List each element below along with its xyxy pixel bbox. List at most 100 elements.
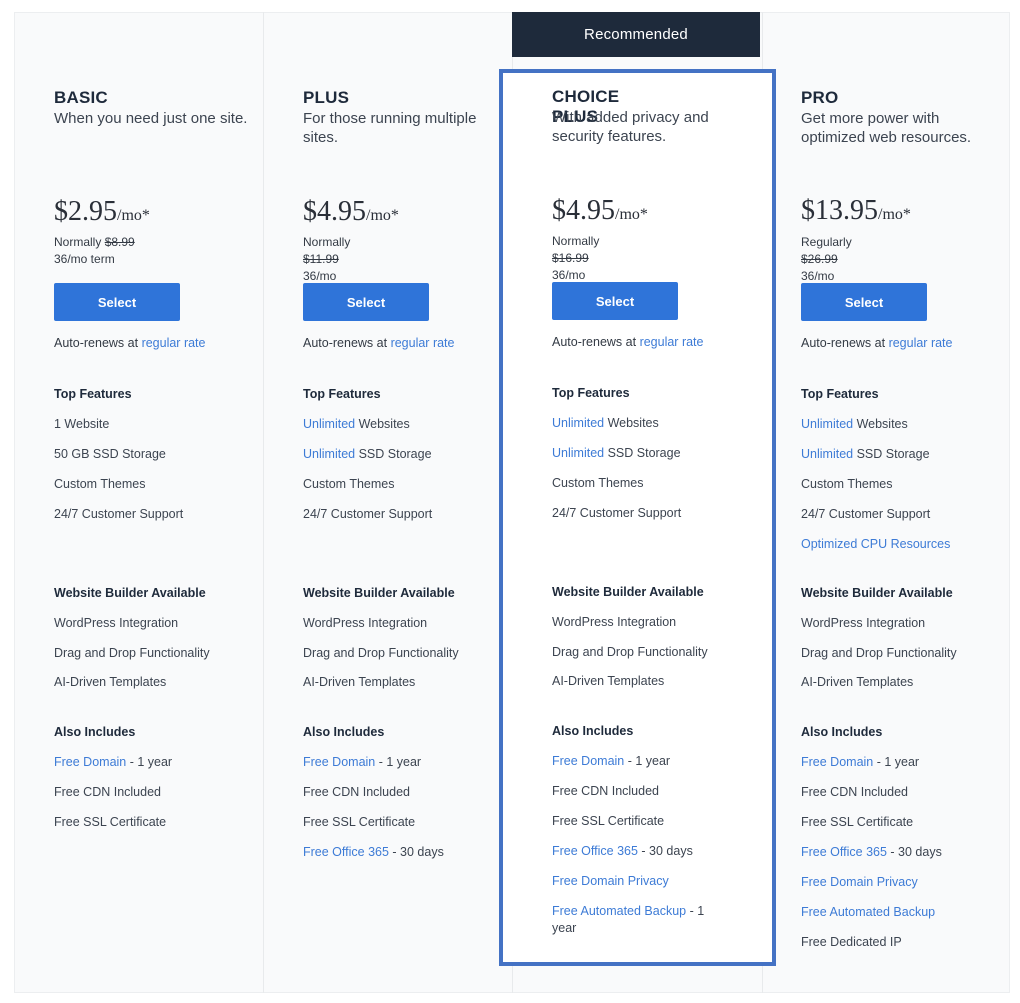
feature-text: 24/7 Customer Support [54, 507, 184, 521]
include-text: Free SSL Certificate [54, 815, 167, 829]
builder-feature-item: WordPress Integration [54, 616, 179, 630]
plan-name: BASIC [54, 88, 108, 107]
also-includes-item: Free SSL Certificate [801, 814, 913, 831]
select-plan-button[interactable]: Select [552, 282, 678, 320]
plan-description: For those running multiple sites. [303, 110, 477, 146]
price-amount: $13.95 [801, 195, 878, 226]
top-features-heading: Top Features [552, 386, 630, 400]
top-features-heading: Top Features [801, 387, 879, 401]
top-feature-item: Custom Themes [54, 476, 145, 493]
plan-price: $2.95/mo* [54, 196, 150, 228]
website-builder-heading: Website Builder Available [801, 586, 953, 600]
include-text: - 30 days [388, 845, 444, 859]
feature-text: 24/7 Customer Support [801, 507, 931, 521]
column-divider [263, 12, 264, 993]
feature-text: Custom Themes [303, 477, 395, 491]
feature-link[interactable]: Unlimited [801, 447, 853, 461]
feature-link[interactable]: Unlimited [303, 417, 355, 431]
include-text: Free CDN Included [552, 784, 659, 798]
also-includes-item: Free Domain - 1 year [303, 754, 421, 771]
website-builder-heading: Website Builder Available [303, 586, 455, 600]
also-includes-item: Free Dedicated IP [801, 934, 902, 951]
top-feature-item: Unlimited SSD Storage [303, 446, 432, 463]
auto-renew-text: Auto-renews at [552, 335, 637, 349]
include-link[interactable]: Free Domain Privacy [801, 875, 918, 889]
auto-renew-note: Auto-renews at regular rate [801, 336, 953, 350]
website-builder-heading: Website Builder Available [552, 585, 704, 599]
also-includes-item: Free CDN Included [54, 784, 161, 801]
also-includes-item: Free SSL Certificate [303, 814, 415, 831]
price-period: /mo* [615, 206, 648, 223]
feature-link[interactable]: Unlimited [552, 416, 604, 430]
regular-price-value: $11.99 [303, 252, 339, 266]
include-text: - 1 year [873, 755, 920, 769]
top-feature-item: Custom Themes [801, 476, 892, 493]
regular-rate-link[interactable]: regular rate [640, 335, 704, 349]
top-features-heading: Top Features [54, 387, 132, 401]
regular-price-value: $16.99 [552, 251, 589, 265]
top-feature-item: 50 GB SSD Storage [54, 446, 166, 463]
also-includes-item: Free CDN Included [303, 784, 410, 801]
include-text: Free SSL Certificate [552, 814, 665, 828]
feature-link[interactable]: Unlimited [801, 417, 853, 431]
include-link[interactable]: Free Office 365 [303, 845, 389, 859]
top-feature-item: Custom Themes [303, 476, 394, 493]
feature-text: SSD Storage [355, 447, 432, 461]
include-link[interactable]: Free Domain [801, 755, 873, 769]
top-feature-item: Unlimited Websites [801, 416, 908, 433]
include-link[interactable]: Free Automated Backup [801, 905, 935, 919]
also-includes-heading: Also Includes [801, 725, 883, 739]
include-link[interactable]: Free Domain [303, 755, 375, 769]
feature-text: SSD Storage [604, 446, 681, 460]
also-includes-item: Free CDN Included [552, 783, 659, 800]
regular-rate-link[interactable]: regular rate [889, 336, 953, 350]
top-feature-item: 24/7 Customer Support [54, 506, 183, 523]
feature-text: SSD Storage [853, 447, 930, 461]
feature-text: Custom Themes [54, 477, 146, 491]
price-amount: $4.95 [303, 196, 366, 227]
plan-description: When you need just one site. [54, 110, 248, 127]
top-feature-item: Unlimited SSD Storage [552, 445, 681, 462]
include-link[interactable]: Free Domain Privacy [552, 874, 669, 888]
also-includes-item: Free Domain Privacy [552, 873, 669, 890]
feature-text: 24/7 Customer Support [552, 506, 682, 520]
include-link[interactable]: Free Office 365 [552, 844, 638, 858]
auto-renew-text: Auto-renews at [54, 336, 139, 350]
also-includes-item: Free CDN Included [801, 784, 908, 801]
regular-price-value: $8.99 [104, 235, 135, 249]
include-text: Free SSL Certificate [801, 815, 914, 829]
top-feature-item: Optimized CPU Resources [801, 536, 950, 553]
feature-text: Websites [604, 416, 659, 430]
top-feature-item: 24/7 Customer Support [303, 506, 432, 523]
select-plan-button[interactable]: Select [54, 283, 180, 321]
feature-text: 1 Website [54, 417, 110, 431]
also-includes-heading: Also Includes [54, 725, 136, 739]
builder-feature-item: AI-Driven Templates [552, 674, 665, 688]
builder-feature-item: AI-Driven Templates [54, 675, 167, 689]
regular-rate-link[interactable]: regular rate [142, 336, 206, 350]
select-plan-button[interactable]: Select [303, 283, 429, 321]
also-includes-heading: Also Includes [303, 725, 385, 739]
term-length: 36/mo term [54, 252, 115, 266]
include-link[interactable]: Free Domain [552, 754, 624, 768]
plan-description: Get more power with optimized web resour… [801, 110, 972, 146]
top-feature-item: Unlimited Websites [552, 415, 659, 432]
plan-price: $4.95/mo* [552, 195, 648, 227]
include-text: Free SSL Certificate [303, 815, 416, 829]
top-feature-item: Unlimited Websites [303, 416, 410, 433]
also-includes-heading: Also Includes [552, 724, 634, 738]
top-feature-item: 24/7 Customer Support [801, 506, 930, 523]
include-text: - 1 year [624, 754, 671, 768]
regular-rate-link[interactable]: regular rate [391, 336, 455, 350]
builder-feature-item: Drag and Drop Functionality [552, 644, 708, 659]
include-link[interactable]: Free Automated Backup [552, 904, 686, 918]
top-feature-item: Custom Themes [552, 475, 643, 492]
feature-link[interactable]: Optimized CPU Resources [801, 537, 950, 551]
builder-feature-item: Drag and Drop Functionality [801, 645, 957, 660]
feature-link[interactable]: Unlimited [552, 446, 604, 460]
select-plan-button[interactable]: Select [801, 283, 927, 321]
regular-price: Normally $8.99 36/mo term [54, 234, 135, 268]
include-link[interactable]: Free Domain [54, 755, 126, 769]
include-link[interactable]: Free Office 365 [801, 845, 887, 859]
feature-link[interactable]: Unlimited [303, 447, 355, 461]
